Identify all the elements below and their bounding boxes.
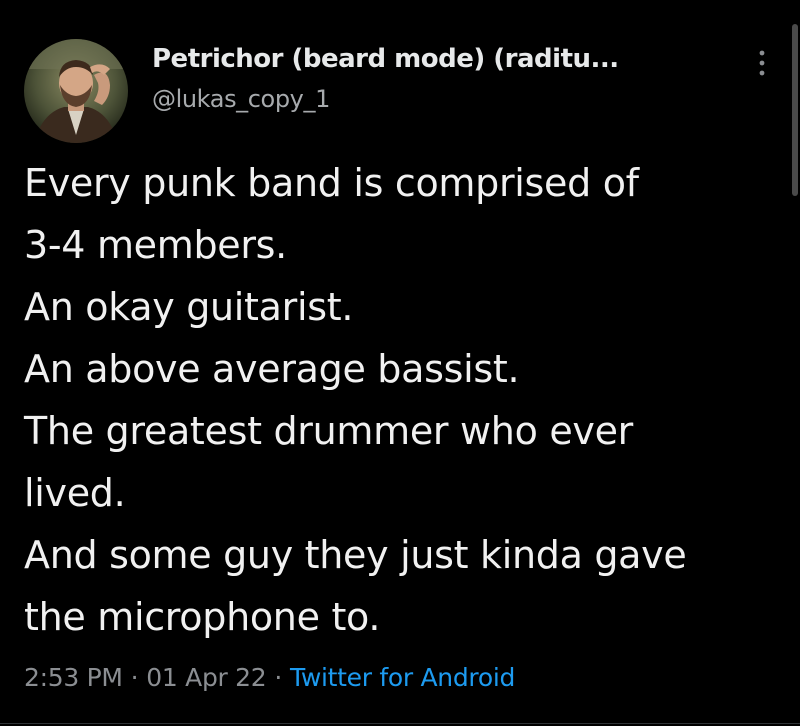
author-info: Petrichor (beard mode) (raditu... @lukas… (152, 40, 722, 116)
meta-separator: · (274, 663, 283, 692)
more-options-button[interactable] (744, 42, 780, 84)
tweet-meta: 2:53 PM · 01 Apr 22 · Twitter for Android (24, 658, 515, 698)
more-vertical-icon (759, 50, 765, 76)
tweet-date[interactable]: 01 Apr 22 (146, 663, 266, 692)
tweet-text: Every punk band is comprised of 3-4 memb… (24, 152, 784, 648)
tweet-line: An okay guitarist. (24, 285, 354, 329)
tweet-line: Every punk band is comprised of (24, 161, 639, 205)
tweet-source-link[interactable]: Twitter for Android (290, 663, 515, 692)
author-avatar[interactable] (24, 39, 128, 143)
tweet-line: lived. (24, 471, 126, 515)
tweet-line: An above average bassist. (24, 347, 520, 391)
tweet-line: The greatest drummer who ever (24, 409, 633, 453)
tweet-card: Petrichor (beard mode) (raditu... @lukas… (0, 0, 800, 726)
meta-separator: · (130, 663, 139, 692)
bottom-divider (0, 723, 800, 724)
profile-photo-icon (24, 39, 128, 143)
tweet-time[interactable]: 2:53 PM (24, 663, 123, 692)
tweet-line: the microphone to. (24, 595, 381, 639)
tweet-line: And some guy they just kinda gave (24, 533, 687, 577)
author-display-name[interactable]: Petrichor (beard mode) (raditu... (152, 40, 722, 78)
author-handle[interactable]: @lukas_copy_1 (152, 82, 722, 116)
tweet-line: 3-4 members. (24, 223, 287, 267)
scrollbar-thumb[interactable] (792, 24, 798, 196)
